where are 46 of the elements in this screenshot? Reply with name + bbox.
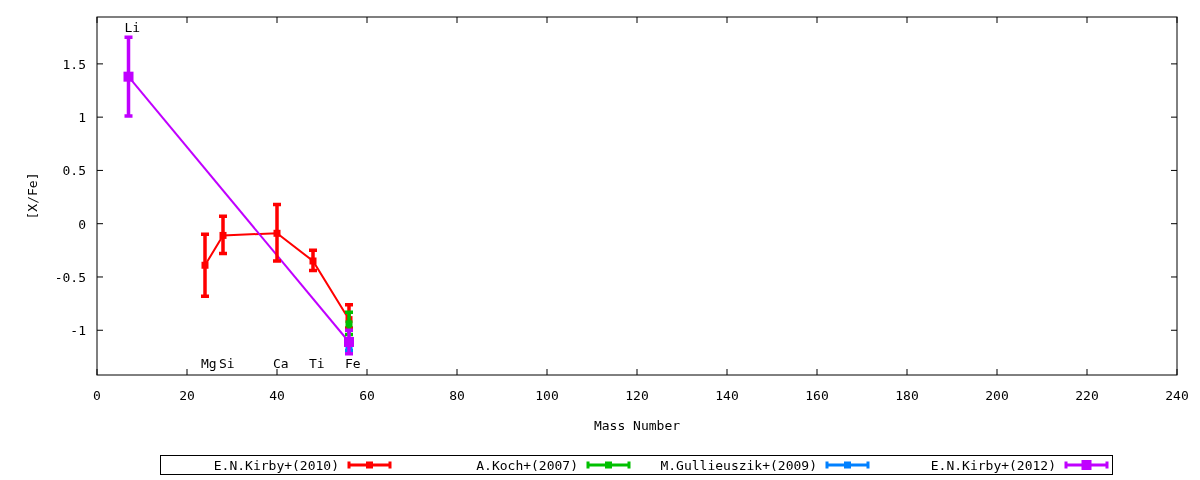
legend-swatch	[1064, 460, 1109, 470]
legend-swatch	[586, 460, 631, 470]
element-label: Li	[124, 20, 141, 35]
tick-label: 20	[179, 388, 195, 403]
tick-label: 0.5	[62, 163, 86, 179]
data-point	[219, 231, 227, 239]
element-label: Si	[219, 356, 235, 371]
tick-label: 200	[985, 388, 1009, 403]
tick-label: 80	[449, 388, 465, 403]
data-point	[309, 257, 317, 265]
legend-label: E.N.Kirby+(2012)	[930, 458, 1056, 473]
error-bar	[343, 302, 355, 330]
data-point	[273, 229, 281, 237]
tick-label: 0	[78, 216, 86, 232]
tick-label: 140	[715, 388, 739, 403]
element-label: Ti	[309, 356, 325, 371]
tick-label: 0	[93, 388, 101, 403]
tick-label: -0.5	[54, 270, 86, 285]
element-label: Fe	[345, 356, 361, 371]
tick-label: 100	[535, 388, 559, 403]
error-bar	[217, 214, 229, 256]
axis-label: Mass Number	[593, 418, 681, 433]
error-bar	[271, 202, 283, 263]
tick-label: -1	[70, 323, 86, 339]
tick-label: 220	[1075, 388, 1099, 403]
legend-label: E.N.Kirby+(2010)	[213, 458, 339, 473]
axis-label: [X/Fe]	[25, 172, 40, 220]
element-label: Ca	[273, 356, 289, 371]
tick-label: 40	[269, 388, 285, 403]
error-bar	[199, 232, 211, 298]
legend-swatch	[347, 460, 392, 470]
tick-label: 60	[359, 388, 375, 403]
tick-label: 1	[78, 110, 86, 126]
tick-label: 240	[1165, 388, 1189, 403]
legend-label: M.Gullieuszik+(2009)	[660, 458, 817, 473]
data-point	[344, 336, 354, 347]
legend-swatch	[825, 460, 870, 470]
data-point	[201, 261, 209, 269]
error-bar	[307, 248, 319, 273]
tick-label: 160	[805, 388, 829, 403]
data-point	[123, 71, 134, 82]
legend-label: A.Koch+(2007)	[476, 458, 578, 473]
tick-label: 180	[895, 388, 919, 403]
tick-label: 1.5	[62, 56, 86, 72]
tick-label: 120	[625, 388, 649, 403]
element-label: Mg	[201, 356, 217, 371]
